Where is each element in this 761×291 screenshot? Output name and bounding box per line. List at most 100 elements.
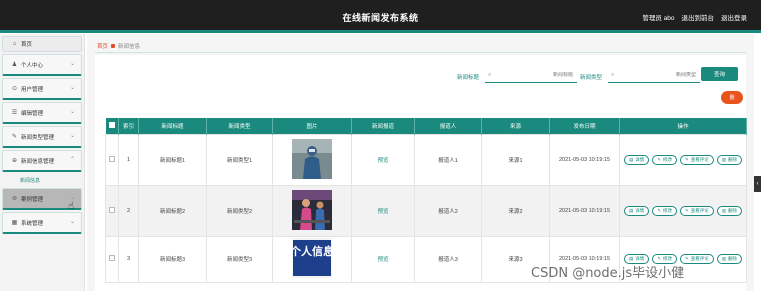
row-checkbox[interactable] — [109, 255, 115, 261]
preview-link[interactable]: 预览 — [377, 257, 388, 263]
delete-button[interactable]: ▥ 删除 — [716, 154, 743, 165]
batch-delete-button[interactable]: 删 — [721, 91, 743, 104]
sidebar-item-label: 案例管理 — [21, 196, 44, 203]
preview-link[interactable]: 预览 — [377, 158, 388, 164]
thumb-text: 个人信息 — [292, 244, 332, 258]
edit-icon: ✎ — [657, 156, 661, 162]
sidebar-item-label: 用户管理 — [21, 86, 44, 93]
mouse-cursor-icon: ☝ — [68, 201, 75, 212]
batch-delete-label: 删 — [729, 95, 735, 101]
cell-image — [272, 133, 352, 186]
row-select-cell — [105, 133, 119, 186]
news-table: 索引 新闻标题 新闻类型 图片 新闻报道 报道人 来源 发布日期 操作 1 新闻… — [105, 118, 747, 283]
row-select-cell — [105, 235, 119, 283]
admin-label: 管理员 abo — [642, 15, 675, 22]
search-title-field[interactable]: ⌕ — [485, 70, 578, 83]
top-bar-actions: 管理员 abo 退出到前台 退出登录 — [642, 12, 747, 22]
cell-index: 3 — [118, 235, 139, 283]
cell-report: 预览 — [351, 133, 415, 186]
chevron-down-icon: ⌄ — [69, 195, 75, 201]
column-header: 图片 — [272, 118, 352, 134]
table-header-row: 索引 新闻标题 新闻类型 图片 新闻报道 报道人 来源 发布日期 操作 — [105, 118, 747, 134]
sidebar-item-editors[interactable]: ☰ 编辑管理 ⌄ — [2, 102, 82, 124]
cell-title: 新闻标题3 — [138, 235, 207, 283]
logout-link[interactable]: 退出登录 — [721, 12, 747, 22]
search-type-field[interactable]: ⌕ — [608, 70, 701, 83]
column-header: 操作 — [619, 118, 747, 134]
user-icon: ♟ — [11, 62, 18, 68]
back-to-frontend-link[interactable]: 退出到前台 — [682, 12, 715, 22]
sidebar-item-news-info[interactable]: ⊕ 新闻信息管理 ⌃ — [2, 150, 82, 172]
cell-title: 新闻标题2 — [138, 184, 207, 237]
cell-actions: ▤ 详情 ✎ 修改 ✎ 查看评论 ▥ 删除 — [619, 184, 747, 237]
detail-button[interactable]: ▤ 详情 — [623, 154, 650, 165]
divider — [95, 52, 746, 53]
cell-reporter: 报道人2 — [414, 184, 482, 237]
home-icon: ⌂ — [12, 41, 17, 47]
search-type-input[interactable] — [626, 72, 697, 78]
search-type-label: 新闻类型 — [580, 74, 603, 81]
search-title-label: 新闻标题 — [457, 74, 480, 81]
view-comments-button[interactable]: ✎ 查看评论 — [680, 205, 714, 216]
breadcrumb-home[interactable]: 首页 — [97, 42, 108, 50]
sidebar-item-home[interactable]: ⌂ 首页 — [2, 36, 82, 52]
sidebar-item-profile[interactable]: ♟ 个人中心 ⌄ — [2, 54, 82, 76]
top-bar: 在线新闻发布系统 管理员 abo 退出到前台 退出登录 — [0, 0, 761, 33]
content-card: 新闻标题 ⌕ 新闻类型 ⌕ 查询 删 — [95, 55, 747, 291]
cell-index: 1 — [118, 133, 139, 186]
edit-icon: ✎ — [685, 156, 689, 162]
collapse-handle[interactable]: ‹ — [754, 176, 761, 192]
column-header: 报道人 — [414, 118, 482, 134]
detail-button[interactable]: ▤ 详情 — [623, 205, 650, 216]
delete-button[interactable]: ▥ 删除 — [716, 205, 743, 216]
cell-title: 新闻标题1 — [138, 133, 207, 186]
cell-report: 预览 — [351, 184, 415, 237]
row-checkbox[interactable] — [109, 155, 115, 162]
search-button[interactable]: 查询 — [701, 67, 738, 81]
select-all-header[interactable] — [105, 118, 119, 134]
column-header: 来源 — [481, 118, 550, 134]
breadcrumb-separator-icon — [111, 44, 116, 48]
cell-reporter: 报道人3 — [414, 235, 482, 283]
edit-icon: ✎ — [685, 256, 689, 261]
column-header: 新闻报道 — [351, 118, 415, 134]
search-title-input[interactable] — [503, 72, 574, 78]
breadcrumb: 首页 新闻信息 — [97, 42, 140, 50]
edit-icon: ✎ — [657, 207, 661, 213]
chevron-down-icon: ⌄ — [69, 109, 75, 115]
sidebar-item-news-types[interactable]: ✎ 新闻类型管理 ⌄ — [2, 126, 82, 148]
cell-actions: ▤ 详情 ✎ 修改 ✎ 查看评论 ▥ 删除 — [619, 133, 747, 186]
breadcrumb-current: 新闻信息 — [118, 44, 141, 50]
sidebar-item-label: 新闻类型管理 — [21, 134, 55, 141]
grid-icon: ▦ — [11, 220, 18, 226]
cell-image — [272, 184, 352, 237]
detail-icon: ▤ — [628, 156, 634, 162]
sidebar-item-label: 系统管理 — [21, 220, 44, 227]
tag-icon: ✎ — [11, 134, 18, 140]
row-checkbox[interactable] — [109, 206, 115, 213]
delete-button[interactable]: ▥ 删除 — [716, 254, 743, 264]
preview-link[interactable]: 预览 — [377, 209, 388, 215]
select-all-checkbox[interactable] — [108, 121, 115, 128]
column-header: 发布日期 — [549, 118, 620, 134]
cell-type: 新闻类型1 — [206, 133, 273, 186]
chevron-down-icon: ⌄ — [69, 133, 75, 139]
chevron-down-icon: ⌄ — [69, 61, 75, 67]
cell-date: 2021-05-03 10:19:15 — [549, 133, 620, 186]
trash-icon: ▥ — [721, 256, 727, 261]
view-comments-button[interactable]: ✎ 查看评论 — [680, 254, 714, 264]
table-row: 1 新闻标题1 新闻类型1 预览 报道人1 来源1 2021-05-03 10:… — [105, 133, 747, 186]
sidebar-item-system[interactable]: ▦ 系统管理 ⌄ — [2, 212, 82, 234]
detail-icon: ▤ — [628, 207, 634, 213]
sidebar: ⌂ 首页 ♟ 个人中心 ⌄ ⊙ 用户管理 ⌄ ☰ 编辑管理 ⌄ ✎ 新闻类型管理… — [0, 34, 85, 291]
edit-button[interactable]: ✎ 修改 — [652, 205, 677, 216]
sidebar-item-label: 编辑管理 — [21, 110, 44, 117]
view-comments-button[interactable]: ✎ 查看评论 — [680, 154, 714, 165]
sidebar-subitem-news[interactable]: 新闻信息 — [2, 174, 82, 186]
edit-button[interactable]: ✎ 修改 — [652, 154, 677, 165]
search-type-group: 新闻类型 ⌕ — [580, 70, 701, 83]
watermark: CSDN @node.js毕设小健 — [531, 266, 685, 281]
row-select-cell — [105, 184, 119, 237]
sidebar-item-users[interactable]: ⊙ 用户管理 ⌄ — [2, 78, 82, 100]
sidebar-item-label: 新闻信息管理 — [21, 158, 55, 165]
